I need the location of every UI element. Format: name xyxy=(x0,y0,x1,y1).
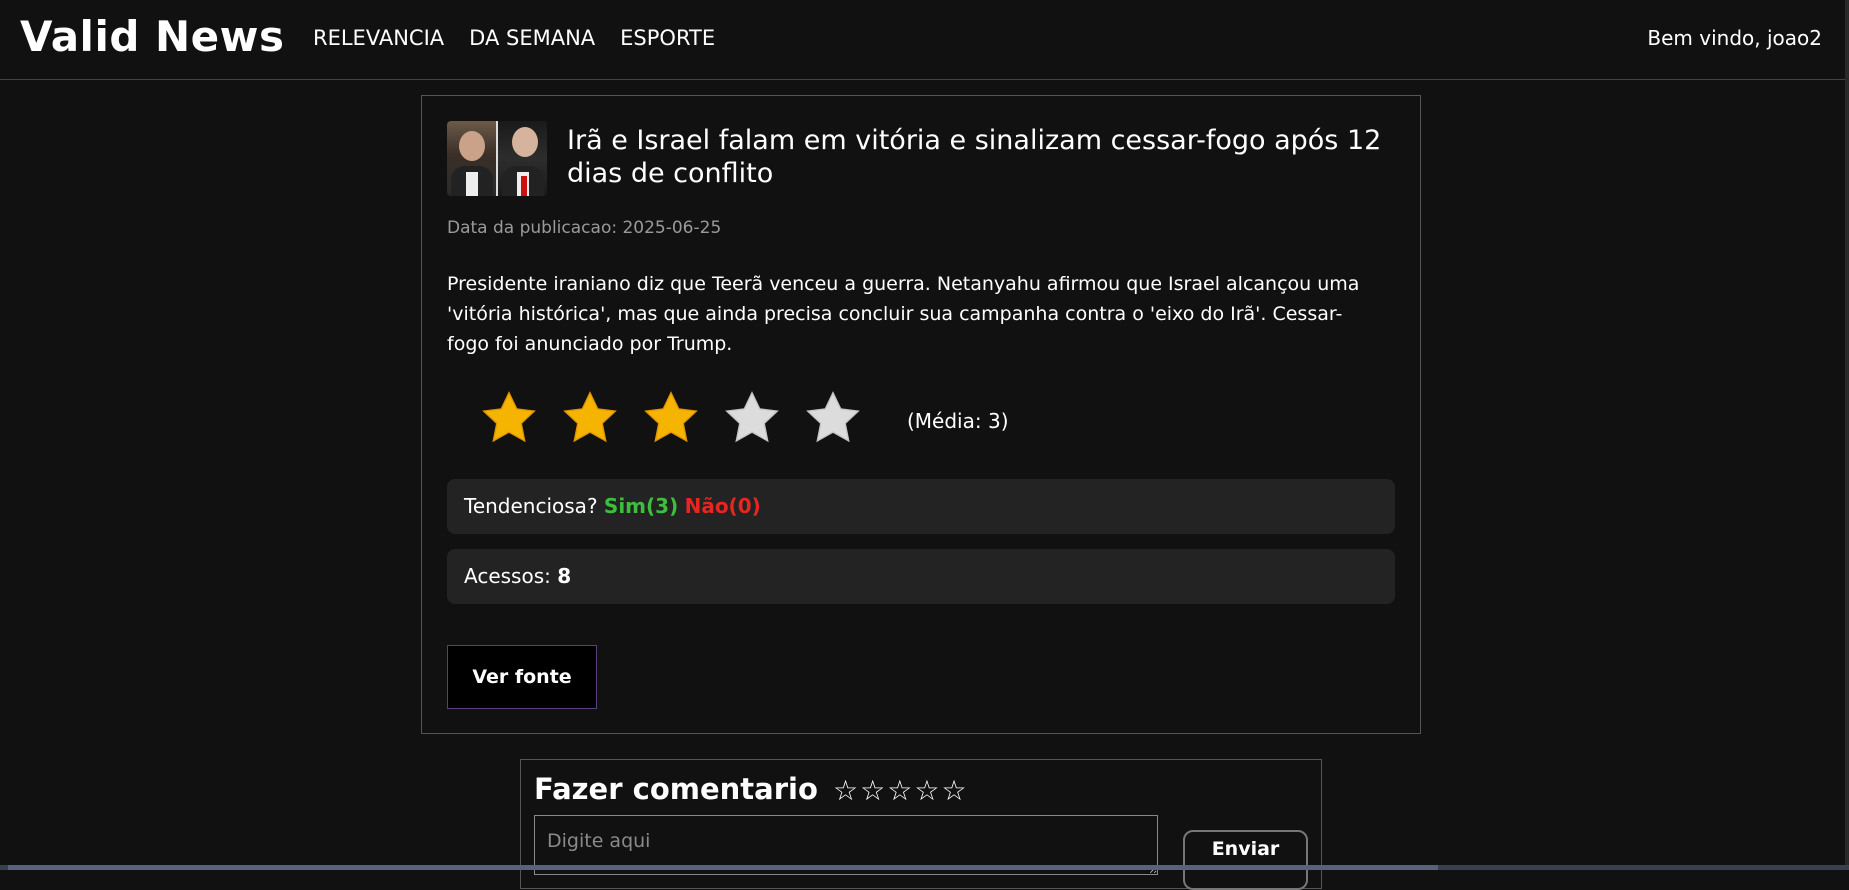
horizontal-scrollbar[interactable] xyxy=(0,865,1849,870)
star-icon-1[interactable] xyxy=(477,386,541,450)
comment-star-icon-2[interactable]: ☆ xyxy=(860,774,885,807)
rating-average: (Média: 3) xyxy=(907,409,1009,433)
access-label: Acessos: xyxy=(464,564,551,588)
star-icon-4[interactable] xyxy=(720,386,784,450)
access-box: Acessos: 8 xyxy=(447,549,1395,604)
vertical-scrollbar[interactable] xyxy=(1845,0,1849,870)
send-comment-button[interactable]: Enviar xyxy=(1183,830,1308,890)
comment-title: Fazer comentario xyxy=(534,772,818,806)
nav-links: RELEVANCIA DA SEMANA ESPORTE xyxy=(313,26,715,50)
bias-no-button[interactable]: Não(0) xyxy=(685,494,761,518)
comment-star-icon-3[interactable]: ☆ xyxy=(887,774,912,807)
site-logo[interactable]: Valid News xyxy=(20,12,284,61)
view-source-button[interactable]: Ver fonte xyxy=(447,645,597,709)
star-icon-2[interactable] xyxy=(558,386,622,450)
article-title: Irã e Israel falam em vitória e sinaliza… xyxy=(567,124,1397,190)
nav-link-esporte[interactable]: ESPORTE xyxy=(620,26,715,50)
bias-label: Tendenciosa? xyxy=(464,494,598,518)
nav-link-da-semana[interactable]: DA SEMANA xyxy=(469,26,595,50)
bias-box: Tendenciosa? Sim(3) Não(0) xyxy=(447,479,1395,534)
welcome-message: Bem vindo, joao2 xyxy=(1647,26,1822,50)
nav-link-relevancia[interactable]: RELEVANCIA xyxy=(313,26,444,50)
top-navbar: Valid News RELEVANCIA DA SEMANA ESPORTE … xyxy=(0,0,1849,80)
article-card: Irã e Israel falam em vitória e sinaliza… xyxy=(421,95,1421,734)
access-count: 8 xyxy=(557,564,571,588)
horizontal-scrollbar-thumb[interactable] xyxy=(8,865,1438,870)
comment-star-icon-1[interactable]: ☆ xyxy=(833,774,858,807)
comment-star-icon-4[interactable]: ☆ xyxy=(914,774,939,807)
publication-date: Data da publicacao: 2025-06-25 xyxy=(447,218,721,238)
comment-star-icon-5[interactable]: ☆ xyxy=(941,774,966,807)
star-icon-5[interactable] xyxy=(801,386,865,450)
article-thumbnail xyxy=(447,121,547,196)
article-summary: Presidente iraniano diz que Teerã venceu… xyxy=(447,269,1367,359)
comment-star-rating: ☆ ☆ ☆ ☆ ☆ xyxy=(833,774,967,807)
star-rating xyxy=(477,386,865,450)
star-icon-3[interactable] xyxy=(639,386,703,450)
bias-yes-button[interactable]: Sim(3) xyxy=(604,494,678,518)
